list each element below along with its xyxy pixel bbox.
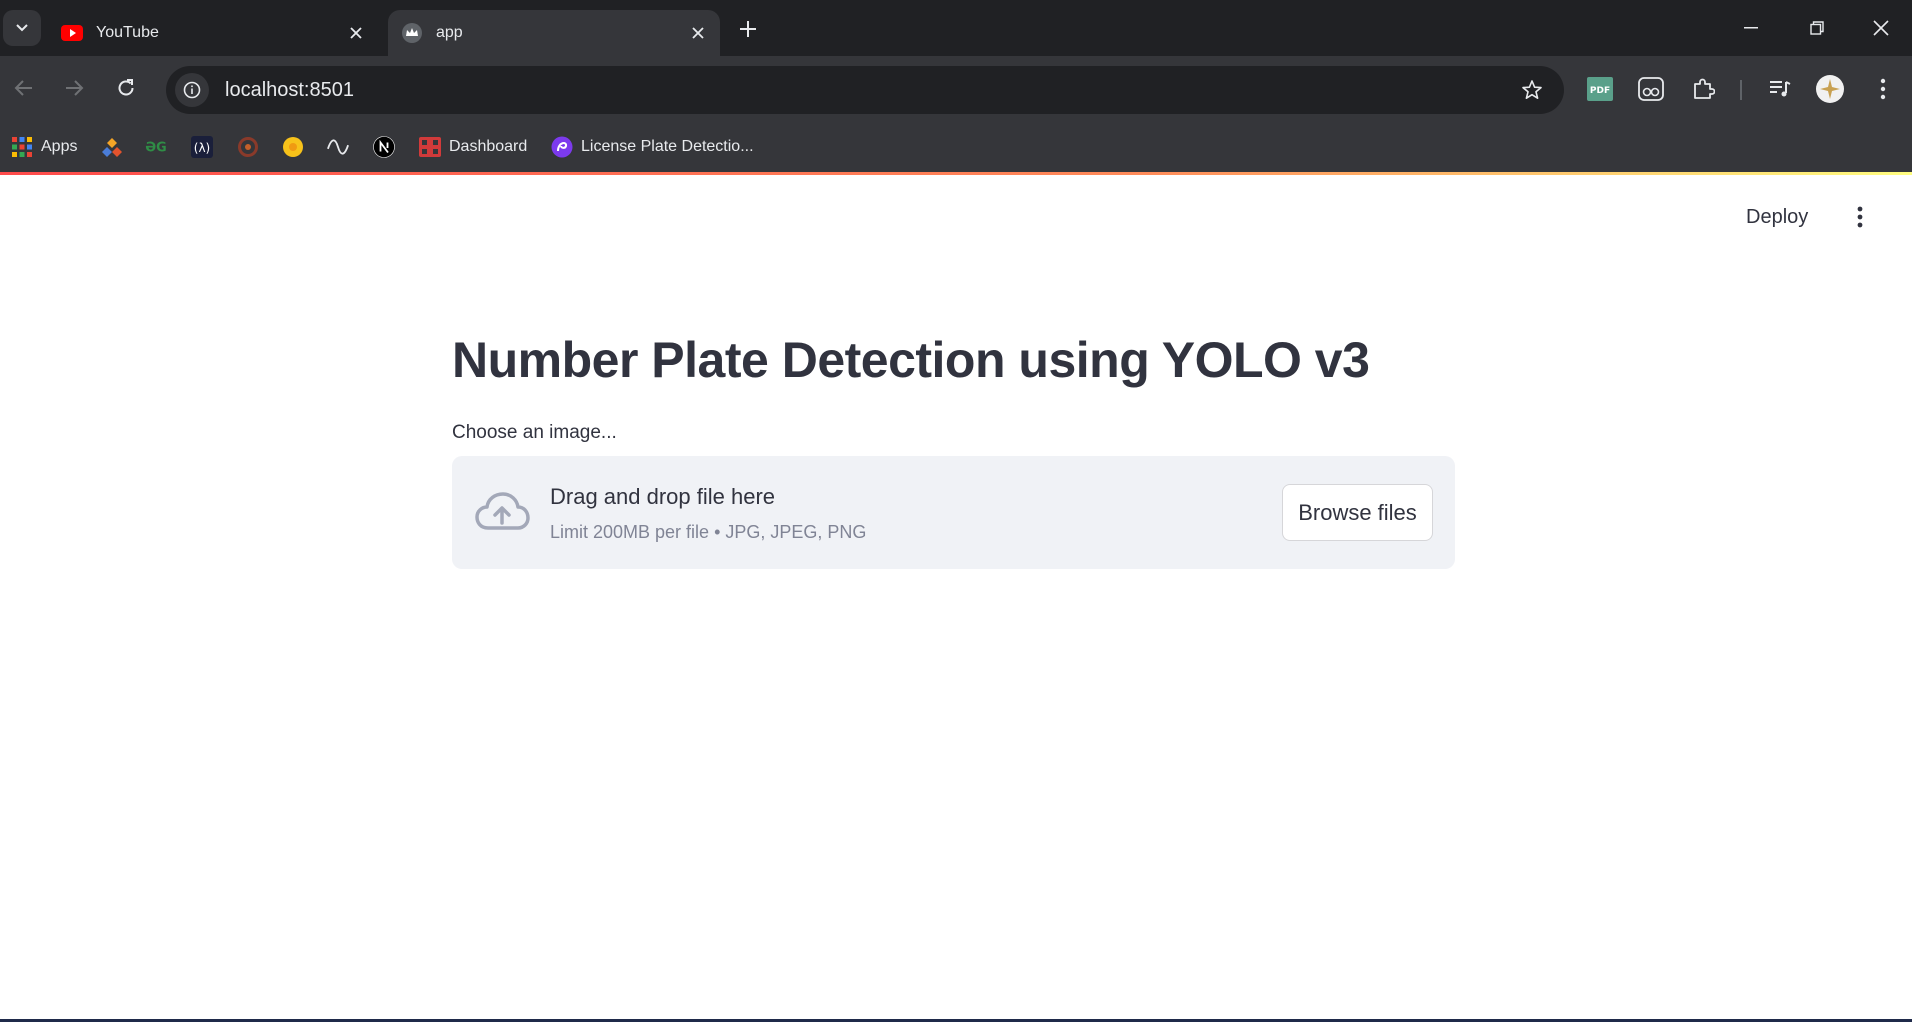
restore-button[interactable]: [1784, 0, 1850, 56]
tab-app[interactable]: app: [388, 10, 720, 56]
close-icon: [1873, 20, 1889, 36]
bookmark-label: Apps: [41, 138, 78, 155]
browser-toolbar: localhost:8501 PDF: [0, 56, 1912, 122]
bookmark-wave[interactable]: [327, 132, 357, 162]
svg-text:PDF: PDF: [1590, 86, 1610, 96]
bookmark-geeksforgeeks[interactable]: ƏG: [145, 132, 175, 162]
url-text[interactable]: localhost:8501: [225, 79, 1514, 102]
bookmark-circle-icon: [237, 136, 259, 158]
bookmark-label: Dashboard: [449, 138, 528, 155]
chevron-down-icon: [16, 24, 28, 32]
bookmark-wave-icon: [327, 136, 349, 158]
svg-text:(λ): (λ): [194, 141, 210, 155]
bookmark-circle[interactable]: [237, 132, 267, 162]
page-title: Number Plate Detection using YOLO v3: [452, 332, 1370, 388]
bookmark-sun[interactable]: [282, 132, 312, 162]
svg-text:ƏG: ƏG: [145, 141, 166, 155]
cloud-upload-icon: [475, 492, 530, 530]
deploy-button[interactable]: Deploy: [1746, 203, 1808, 231]
bookmark-apps[interactable]: Apps: [11, 132, 77, 162]
minimize-icon: [1744, 27, 1758, 29]
minimize-button[interactable]: [1718, 0, 1784, 56]
tab-youtube[interactable]: YouTube: [48, 10, 378, 56]
streamlit-app: Deploy Number Plate Detection using YOLO…: [0, 175, 1912, 1022]
arrow-right-icon: [66, 80, 84, 96]
bookmark-star-icon[interactable]: [1514, 72, 1550, 108]
streamlit-crown-icon: [400, 21, 424, 45]
app-menu-button[interactable]: [1846, 199, 1874, 235]
bookmark-license-plate[interactable]: License Plate Detectio...: [551, 132, 754, 162]
dropzone-limit-text: Limit 200MB per file • JPG, JPEG, PNG: [550, 522, 867, 542]
bookmark-label: License Plate Detectio...: [581, 138, 754, 155]
apps-grid-icon: [11, 136, 33, 158]
bookmarks-bar: Apps ƏG (λ) Dashboard License Plate Dete…: [0, 122, 1912, 172]
nextjs-icon: [373, 136, 395, 158]
roboflow-icon: [551, 136, 573, 158]
pdf-extension-icon[interactable]: PDF: [1583, 72, 1617, 106]
browser-menu-icon[interactable]: [1866, 72, 1900, 106]
reload-icon: [118, 79, 134, 96]
bookmark-nextjs[interactable]: [373, 132, 403, 162]
tab-search-button[interactable]: [3, 10, 41, 46]
bookmark-lambda-icon: (λ): [191, 136, 213, 158]
browse-files-button[interactable]: Browse files: [1282, 484, 1433, 541]
bookmark-diamond-icon: [101, 136, 123, 158]
address-bar[interactable]: localhost:8501: [166, 66, 1564, 114]
file-uploader-label: Choose an image...: [452, 422, 617, 443]
site-info-icon[interactable]: [175, 73, 209, 107]
tab-label: app: [436, 24, 463, 41]
restore-icon: [1810, 21, 1824, 35]
toolbar-divider: [1740, 80, 1742, 100]
dashboard-icon: [419, 136, 441, 158]
new-tab-button[interactable]: [733, 14, 763, 44]
bookmark-sun-icon: [282, 136, 304, 158]
bookmark-diamond[interactable]: [101, 132, 131, 162]
dropzone-instructions: Drag and drop file here: [550, 484, 776, 509]
forward-button[interactable]: [56, 70, 92, 106]
tab-label: YouTube: [96, 24, 159, 41]
reload-button[interactable]: [108, 70, 144, 106]
close-tab-icon[interactable]: [684, 19, 712, 47]
more-vert-icon: [1857, 206, 1863, 228]
file-dropzone[interactable]: Drag and drop file here Limit 200MB per …: [452, 456, 1455, 569]
geeksforgeeks-icon: ƏG: [145, 136, 167, 158]
bookmark-lambda[interactable]: (λ): [191, 132, 221, 162]
arrow-left-icon: [14, 80, 32, 96]
plus-icon: [740, 21, 756, 37]
extensions-puzzle-icon[interactable]: [1686, 72, 1720, 106]
media-controls-icon[interactable]: [1763, 72, 1797, 106]
youtube-icon: [60, 21, 84, 45]
close-window-button[interactable]: [1848, 0, 1912, 56]
close-tab-icon[interactable]: [342, 19, 370, 47]
browser-tab-strip: YouTube app: [0, 0, 1912, 56]
profile-avatar[interactable]: [1813, 72, 1847, 106]
bookmark-dashboard[interactable]: Dashboard: [419, 132, 527, 162]
back-button[interactable]: [6, 70, 42, 106]
reader-extension-icon[interactable]: [1634, 72, 1668, 106]
